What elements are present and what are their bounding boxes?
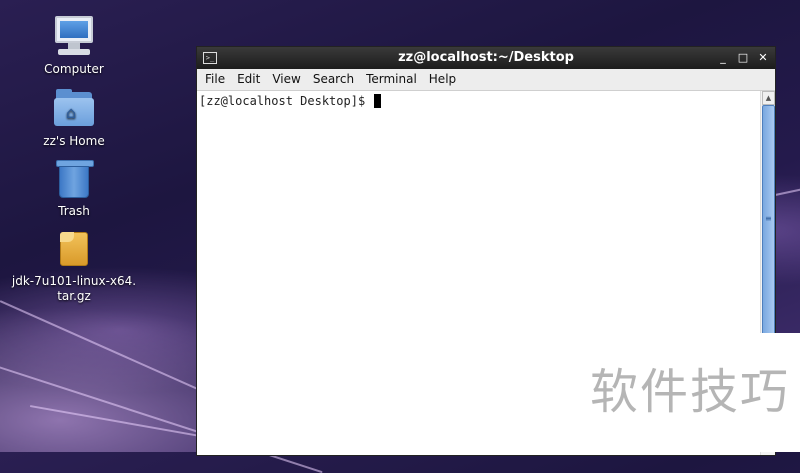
menu-help[interactable]: Help: [423, 69, 462, 90]
desktop-icon-label: zz's Home: [43, 134, 105, 148]
scroll-up-arrow-icon[interactable]: ▲: [762, 91, 775, 105]
close-button[interactable]: ✕: [755, 50, 771, 66]
terminal-prompt: [zz@localhost Desktop]$: [199, 94, 373, 108]
menu-terminal[interactable]: Terminal: [360, 69, 423, 90]
trash-icon: [52, 156, 96, 200]
window-title: zz@localhost:~/Desktop: [398, 50, 574, 65]
desktop-icon-jdk-archive[interactable]: jdk-7u101-linux-x64. tar.gz: [10, 226, 138, 304]
archive-icon: [52, 226, 96, 270]
menu-edit[interactable]: Edit: [231, 69, 266, 90]
computer-icon: [52, 14, 96, 58]
desktop-icon-label: Trash: [58, 204, 90, 218]
window-titlebar[interactable]: >_ zz@localhost:~/Desktop _ □ ✕: [197, 47, 775, 69]
minimize-button[interactable]: _: [715, 50, 731, 66]
desktop-icon-home[interactable]: ⌂ zz's Home: [10, 86, 138, 149]
menu-search[interactable]: Search: [307, 69, 360, 90]
menu-bar: File Edit View Search Terminal Help: [197, 69, 775, 91]
menu-file[interactable]: File: [199, 69, 231, 90]
watermark-text: 软件技巧: [589, 364, 790, 420]
desktop-icon-label: Computer: [44, 62, 104, 76]
maximize-button[interactable]: □: [735, 50, 751, 66]
desktop-icon-computer[interactable]: Computer: [10, 14, 138, 77]
desktop-icon-label: jdk-7u101-linux-x64. tar.gz: [11, 274, 137, 303]
grip-icon: ≡: [765, 214, 772, 223]
home-folder-icon: ⌂: [52, 86, 96, 130]
desktop-icon-trash[interactable]: Trash: [10, 156, 138, 219]
scrollbar-thumb[interactable]: ≡: [762, 105, 775, 337]
menu-view[interactable]: View: [266, 69, 306, 90]
terminal-cursor: [374, 94, 382, 108]
